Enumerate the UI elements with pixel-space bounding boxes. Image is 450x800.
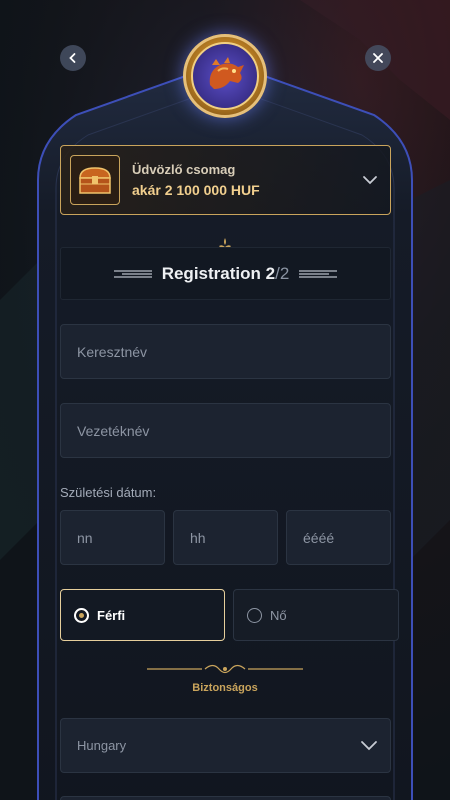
country-selected-value: Hungary: [77, 738, 127, 753]
registration-total: 2: [279, 263, 290, 283]
year-placeholder: éééé: [303, 529, 335, 546]
treasure-chest-icon: [79, 167, 111, 194]
month-placeholder: hh: [190, 529, 206, 546]
dragon-medal: [183, 34, 267, 118]
day-placeholder: nn: [77, 529, 93, 546]
security-divider-ornament: [147, 664, 303, 674]
security-label: Biztonságos: [192, 682, 258, 694]
registration-step-header: Registration 2/2: [60, 247, 391, 300]
dragon-medal-icon: [209, 57, 244, 89]
dob-year-input[interactable]: éééé: [286, 510, 391, 565]
first-name-placeholder: Keresztnév: [77, 343, 148, 360]
next-input-partial[interactable]: [60, 796, 391, 800]
gender-female-label: Nő: [270, 607, 287, 623]
welcome-bonus-dropdown[interactable]: Üdvözlő csomag akár 2 100 000 HUF: [60, 145, 391, 215]
gender-option-male[interactable]: Férfi: [60, 589, 225, 641]
dob-label: Születési dátum:: [60, 485, 157, 500]
chevron-down-icon: [363, 176, 377, 185]
first-name-input[interactable]: Keresztnév: [60, 324, 391, 379]
registration-step: 2: [265, 263, 276, 283]
registration-title: Registration 2/2: [162, 264, 290, 284]
dob-day-input[interactable]: nn: [60, 510, 165, 565]
gender-male-label: Férfi: [97, 607, 126, 623]
radio-selected-icon: [74, 607, 89, 623]
radio-unselected-icon: [247, 607, 262, 623]
registration-label: Registration: [161, 263, 261, 283]
last-name-input[interactable]: Vezetéknév: [60, 403, 391, 458]
ornament-left-icon: [113, 269, 152, 278]
gender-option-female[interactable]: Nő: [233, 589, 399, 641]
country-select[interactable]: Hungary: [60, 718, 391, 773]
chevron-down-icon: [361, 741, 377, 751]
bonus-amount: akár 2 100 000 HUF: [132, 182, 260, 198]
last-name-placeholder: Vezetéknév: [77, 422, 150, 439]
treasure-chest: [70, 155, 120, 205]
ornament-right-icon: [299, 269, 338, 278]
bonus-title: Üdvözlő csomag: [132, 162, 236, 177]
dob-month-input[interactable]: hh: [173, 510, 278, 565]
